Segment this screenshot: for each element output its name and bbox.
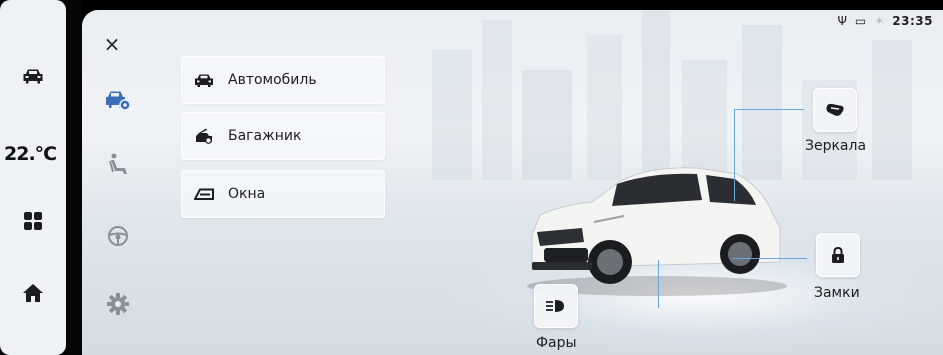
menu-item-windows[interactable]: Окна: [181, 170, 385, 218]
mirrors-leader-line-v: [734, 109, 735, 201]
mirrors-label: Зеркала: [805, 138, 867, 154]
mirrors-leader-line: [734, 109, 804, 110]
mirrors-button[interactable]: [813, 88, 857, 132]
rail-steering[interactable]: [104, 222, 132, 250]
menu-item-label: Окна: [228, 186, 266, 202]
locks-label: Замки: [814, 285, 860, 301]
menu-item-vehicle[interactable]: Автомобиль: [181, 56, 385, 104]
lights-label: Фары: [536, 335, 577, 351]
menu-item-label: Багажник: [228, 128, 302, 144]
gear-icon: [107, 293, 129, 315]
car-icon: [195, 74, 213, 87]
locks-button[interactable]: [816, 233, 860, 277]
steering-wheel-icon: [108, 226, 128, 246]
dock-car-button[interactable]: [0, 62, 66, 90]
headlight-icon: [546, 300, 564, 312]
dock-apps-button[interactable]: [0, 208, 66, 234]
battery-icon: ▭: [854, 14, 867, 28]
temperature-readout[interactable]: 22.°C: [4, 143, 57, 165]
clock: 23:35: [892, 14, 933, 28]
bluetooth-icon: ✶: [874, 14, 885, 28]
window-icon: [194, 188, 214, 200]
rail-gear[interactable]: [104, 290, 132, 318]
lights-button[interactable]: [534, 284, 578, 328]
menu-item-label: Автомобиль: [228, 72, 317, 88]
left-dock: 22.°C: [0, 0, 66, 355]
apps-grid-icon: [24, 212, 42, 230]
dock-home-button[interactable]: [0, 280, 66, 306]
usb-icon: Ψ: [837, 14, 847, 28]
divider: [66, 0, 82, 355]
rail-seat[interactable]: [104, 151, 132, 179]
home-icon: [23, 284, 43, 302]
vehicle-settings-panel: Ψ ▭ ✶ 23:35 × Автомобиль Багажник Окна З…: [82, 10, 943, 355]
trunk-icon: [196, 128, 212, 144]
locks-leader-line: [732, 258, 807, 259]
seat-icon: [109, 153, 127, 174]
lights-leader-line: [658, 260, 659, 308]
status-bar: Ψ ▭ ✶ 23:35: [837, 14, 933, 28]
car-illustration: [527, 167, 787, 296]
car-settings-icon: [106, 91, 131, 111]
rail-car-settings[interactable]: [104, 86, 132, 114]
mirror-icon: [826, 103, 844, 116]
car-icon: [23, 69, 43, 84]
menu-item-trunk[interactable]: Багажник: [181, 112, 385, 160]
close-button[interactable]: ×: [102, 34, 122, 54]
lock-icon: [832, 247, 844, 263]
